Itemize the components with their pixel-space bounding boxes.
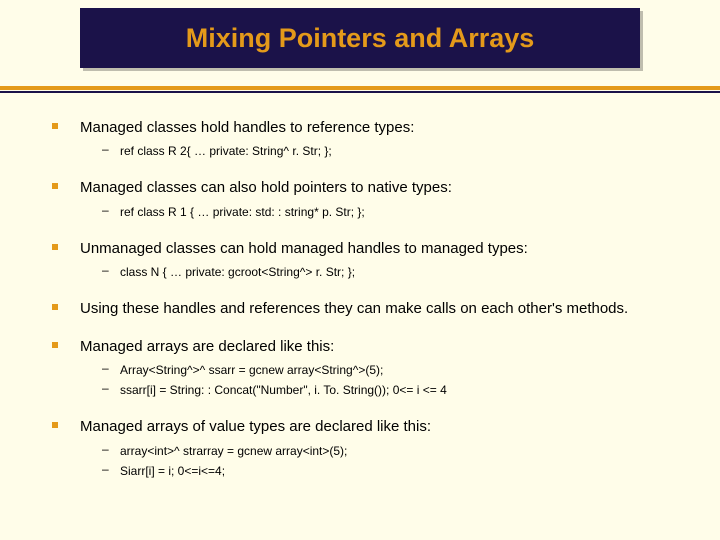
dash-icon: – [102,203,109,217]
sub-text: Siarr[i] = i; 0<=i<=4; [120,464,225,478]
slide: Mixing Pointers and Arrays Managed class… [0,0,720,540]
sub-text: class N { … private: gcroot<String^> r. … [120,265,355,279]
sub-text: ref class R 1 { … private: std: : string… [120,205,365,219]
dash-icon: – [102,442,109,456]
divider-bottom [0,91,720,93]
bullet-text: Unmanaged classes can hold managed handl… [80,239,680,259]
bullet-text: Managed arrays of value types are declar… [80,417,680,437]
slide-title: Mixing Pointers and Arrays [0,8,720,68]
content-area: Managed classes hold handles to referenc… [52,118,680,498]
bullet-text: Using these handles and references they … [80,299,680,319]
bullet-icon [52,342,58,348]
list-item: Managed arrays of value types are declar… [52,417,680,479]
sub-item: – class N { … private: gcroot<String^> r… [80,263,680,281]
bullet-text: Managed arrays are declared like this: [80,337,680,357]
bullet-icon [52,123,58,129]
list-item: Unmanaged classes can hold managed handl… [52,239,680,281]
dash-icon: – [102,462,109,476]
divider-top [0,86,720,90]
dash-icon: – [102,142,109,156]
list-item: Managed arrays are declared like this: –… [52,337,680,399]
bullet-text: Managed classes can also hold pointers t… [80,178,680,198]
list-item: Using these handles and references they … [52,299,680,319]
sub-item: – ref class R 2{ … private: String^ r. S… [80,142,680,160]
list-item: Managed classes can also hold pointers t… [52,178,680,220]
bullet-icon [52,422,58,428]
dash-icon: – [102,381,109,395]
dash-icon: – [102,361,109,375]
sub-item: – ref class R 1 { … private: std: : stri… [80,203,680,221]
sub-text: array<int>^ strarray = gcnew array<int>(… [120,444,347,458]
bullet-text: Managed classes hold handles to referenc… [80,118,680,138]
dash-icon: – [102,263,109,277]
sub-text: ssarr[i] = String: : Concat("Number", i.… [120,383,447,397]
sub-text: Array<String^>^ ssarr = gcnew array<Stri… [120,363,383,377]
sub-text: ref class R 2{ … private: String^ r. Str… [120,144,332,158]
sub-item: – Siarr[i] = i; 0<=i<=4; [80,462,680,480]
sub-item: – Array<String^>^ ssarr = gcnew array<St… [80,361,680,379]
bullet-icon [52,183,58,189]
bullet-icon [52,244,58,250]
bullet-icon [52,304,58,310]
sub-item: – ssarr[i] = String: : Concat("Number", … [80,381,680,399]
list-item: Managed classes hold handles to referenc… [52,118,680,160]
sub-item: – array<int>^ strarray = gcnew array<int… [80,442,680,460]
